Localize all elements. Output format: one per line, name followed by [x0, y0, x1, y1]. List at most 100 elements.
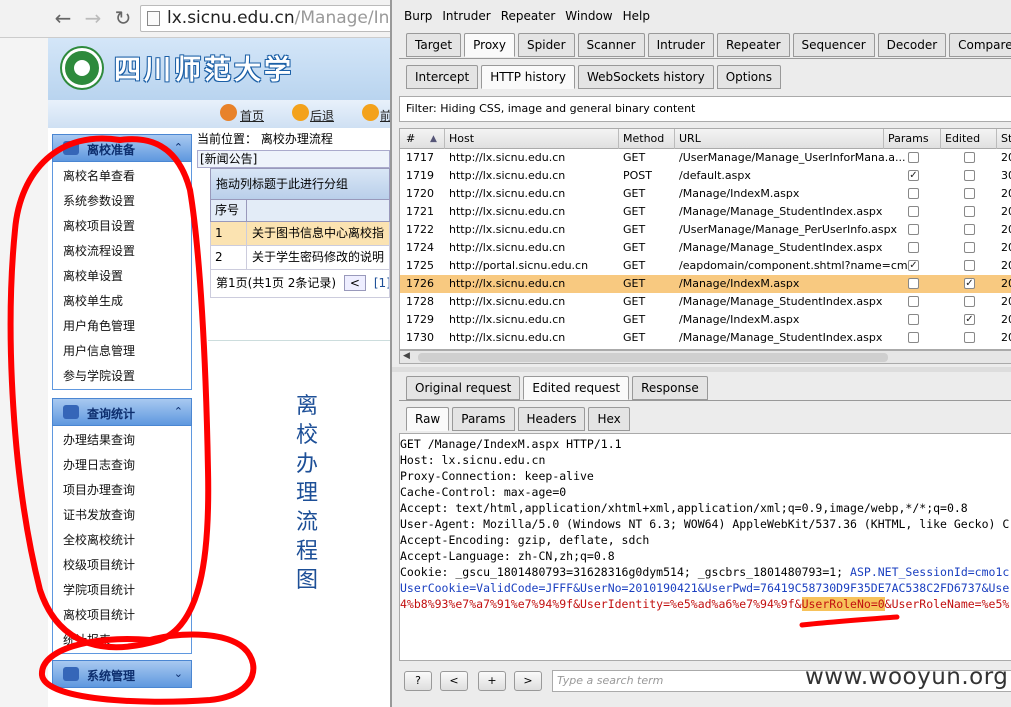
- tab-request[interactable]: Edited request: [523, 376, 630, 400]
- row-title[interactable]: 关于图书信息中心离校指: [247, 222, 384, 245]
- tab-view[interactable]: Raw: [406, 407, 450, 431]
- tab-proxy[interactable]: Options: [716, 65, 781, 89]
- raw-request-editor[interactable]: GET /Manage/IndexM.aspx HTTP/1.1 Host: lx…: [399, 433, 1011, 661]
- checkbox-params[interactable]: [908, 278, 919, 289]
- menu-item[interactable]: Intruder: [442, 9, 490, 23]
- sidebar-item[interactable]: 离校名单查看: [53, 164, 191, 189]
- pager-current[interactable]: [1]: [374, 276, 389, 290]
- column-url[interactable]: URL: [679, 132, 701, 145]
- table-row[interactable]: 1726 http://lx.sicnu.edu.cn GET/Manage/Ind…: [400, 275, 1011, 293]
- sidebar-item[interactable]: 离校单设置: [53, 264, 191, 289]
- column-params[interactable]: Params: [888, 132, 929, 145]
- table-row[interactable]: 1725 http://portal.sicnu.edu.cn GET/eapdom…: [400, 257, 1011, 275]
- row-title[interactable]: 关于学生密码修改的说明: [247, 246, 384, 269]
- table-row[interactable]: 1728 http://lx.sicnu.edu.cn GET/Manage/Man…: [400, 293, 1011, 311]
- checkbox-edited[interactable]: [964, 206, 975, 217]
- checkbox-edited[interactable]: [964, 332, 975, 343]
- checkbox-params[interactable]: [908, 314, 919, 325]
- tab-proxy[interactable]: HTTP history: [481, 65, 576, 89]
- sidebar-section-header[interactable]: 查询统计 ⌃: [52, 398, 192, 426]
- sidebar-item[interactable]: 全校离校统计: [53, 528, 191, 553]
- sidebar-item[interactable]: 证书发放查询: [53, 503, 191, 528]
- sidebar-item[interactable]: 离校项目统计: [53, 603, 191, 628]
- checkbox-params[interactable]: [908, 296, 919, 307]
- add-button[interactable]: +: [478, 671, 506, 691]
- tab-view[interactable]: Headers: [517, 407, 586, 431]
- checkbox-edited[interactable]: [964, 296, 975, 307]
- sidebar-item[interactable]: 校级项目统计: [53, 553, 191, 578]
- column-status[interactable]: Sta: [1001, 132, 1011, 145]
- table-row[interactable]: 1730 http://lx.sicnu.edu.cn GET/Manage/Man…: [400, 329, 1011, 347]
- sidebar-item[interactable]: 用户信息管理: [53, 339, 191, 364]
- tab-proxy[interactable]: Intercept: [406, 65, 479, 89]
- sidebar-item[interactable]: 离校项目设置: [53, 214, 191, 239]
- tab-main[interactable]: Decoder: [877, 33, 947, 57]
- sidebar-section-header[interactable]: 系统管理 ⌄: [52, 660, 192, 688]
- split-pane-divider[interactable]: [392, 367, 1011, 372]
- tab-main[interactable]: Intruder: [647, 33, 714, 57]
- checkbox-edited[interactable]: [964, 170, 975, 181]
- tab-request[interactable]: Response: [632, 376, 708, 400]
- tab-main[interactable]: Comparer: [949, 33, 1011, 57]
- tab-main[interactable]: Target: [406, 33, 462, 57]
- filter-bar[interactable]: Filter: Hiding CSS, image and general bi…: [399, 96, 1011, 122]
- checkbox-edited[interactable]: ✓: [964, 278, 975, 289]
- forward-link[interactable]: 前: [380, 107, 390, 124]
- checkbox-edited[interactable]: ✓: [964, 314, 975, 325]
- table-row[interactable]: 1729 http://lx.sicnu.edu.cn GET/Manage/Ind…: [400, 311, 1011, 329]
- previous-button[interactable]: <: [440, 671, 468, 691]
- column-header-index[interactable]: 序号: [211, 200, 247, 221]
- group-by-hint[interactable]: 拖动列标题于此进行分组: [210, 168, 390, 200]
- scroll-left-icon[interactable]: ◀: [403, 351, 410, 361]
- tab-view[interactable]: Params: [452, 407, 515, 431]
- table-row[interactable]: 2 关于学生密码修改的说明: [210, 246, 390, 270]
- sidebar-item[interactable]: 用户角色管理: [53, 314, 191, 339]
- chevron-up-icon[interactable]: ⌃: [174, 141, 183, 154]
- tab-request[interactable]: Original request: [406, 376, 521, 400]
- tab-main[interactable]: Proxy: [464, 33, 515, 57]
- menu-item[interactable]: Help: [623, 9, 650, 23]
- checkbox-edited[interactable]: [964, 260, 975, 271]
- next-button[interactable]: >: [514, 671, 542, 691]
- table-row[interactable]: 1724 http://lx.sicnu.edu.cn GET/Manage/Man…: [400, 239, 1011, 257]
- menu-item[interactable]: Burp: [404, 9, 432, 23]
- sidebar-item[interactable]: 系统参数设置: [53, 189, 191, 214]
- tab-main[interactable]: Spider: [518, 33, 575, 57]
- back-link[interactable]: 后退: [310, 107, 334, 124]
- sidebar-item[interactable]: 统计报表: [53, 628, 191, 653]
- chevron-up-icon[interactable]: ⌃: [174, 405, 183, 418]
- menu-item[interactable]: Window: [565, 9, 612, 23]
- checkbox-params[interactable]: [908, 152, 919, 163]
- pager-prev-button[interactable]: <: [343, 275, 366, 291]
- checkbox-edited[interactable]: [964, 242, 975, 253]
- column-host[interactable]: Host: [449, 132, 474, 145]
- sidebar-item[interactable]: 学院项目统计: [53, 578, 191, 603]
- tab-view[interactable]: Hex: [588, 407, 630, 431]
- table-row[interactable]: 1717 http://lx.sicnu.edu.cn GET/UserManage…: [400, 149, 1011, 167]
- horizontal-scrollbar[interactable]: ◀: [399, 350, 1011, 364]
- back-arrow-icon[interactable]: ←: [52, 7, 74, 29]
- column-method[interactable]: Method: [623, 132, 664, 145]
- column-num[interactable]: #: [406, 132, 415, 145]
- sidebar-section-header[interactable]: 离校准备 ⌃: [52, 134, 192, 162]
- sort-asc-icon[interactable]: ▲: [430, 134, 437, 144]
- column-edited[interactable]: Edited: [945, 132, 980, 145]
- forward-arrow-icon[interactable]: →: [82, 7, 104, 29]
- sidebar-item[interactable]: 离校流程设置: [53, 239, 191, 264]
- scrollbar-thumb[interactable]: [418, 353, 888, 362]
- checkbox-params[interactable]: ✓: [908, 260, 919, 271]
- table-row[interactable]: 1719 http://lx.sicnu.edu.cn POST/default.a…: [400, 167, 1011, 185]
- checkbox-params[interactable]: [908, 332, 919, 343]
- tab-proxy[interactable]: WebSockets history: [578, 65, 714, 89]
- sidebar-item[interactable]: 办理日志查询: [53, 453, 191, 478]
- sidebar-item[interactable]: 参与学院设置: [53, 364, 191, 389]
- home-link[interactable]: 首页: [240, 107, 264, 124]
- checkbox-params[interactable]: [908, 224, 919, 235]
- table-row[interactable]: 1720 http://lx.sicnu.edu.cn GET/Manage/Ind…: [400, 185, 1011, 203]
- checkbox-params[interactable]: [908, 206, 919, 217]
- reload-icon[interactable]: ↻: [112, 7, 134, 29]
- sidebar-item[interactable]: 办理结果查询: [53, 428, 191, 453]
- table-row[interactable]: 1 关于图书信息中心离校指: [210, 222, 390, 246]
- menu-item[interactable]: Repeater: [501, 9, 556, 23]
- help-button[interactable]: ?: [404, 671, 432, 691]
